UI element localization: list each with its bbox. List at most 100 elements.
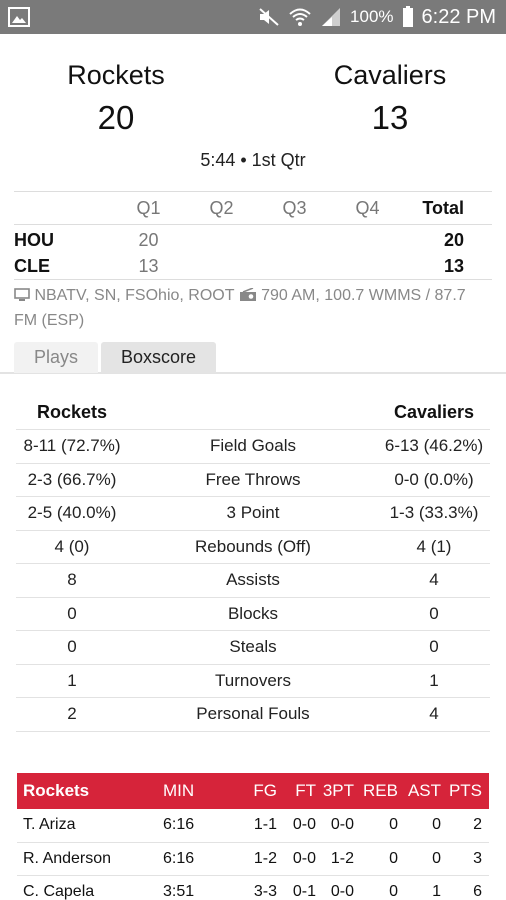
team-stats-left-team: Rockets <box>36 402 108 422</box>
linescore-col-q3: Q3 <box>282 197 307 218</box>
col-ast: AST <box>407 781 441 800</box>
wifi-icon <box>288 7 312 27</box>
player-min: 6:16 <box>163 849 195 867</box>
team-stats-right-team: Cavaliers <box>393 402 475 422</box>
radio-icon <box>239 286 257 309</box>
tv-networks: NBATV, SN, FSOhio, ROOT <box>34 287 235 304</box>
tab-plays[interactable]: Plays <box>14 342 98 373</box>
away-team-score: 13 <box>371 99 409 136</box>
player-min: 3:51 <box>163 883 195 900</box>
team-stat-left: 8-11 (72.7%) <box>23 436 121 456</box>
team-stat-right: 0 <box>429 603 439 623</box>
game-clock: 5:44 • 1st Qtr <box>200 150 306 170</box>
player-ft: 0-0 <box>292 849 316 867</box>
team-stat-left: 8 <box>67 570 77 590</box>
team-stat-left: 4 (0) <box>54 536 90 556</box>
home-team-score: 20 <box>97 99 135 136</box>
linescore-cell: 20 <box>138 229 159 250</box>
team-stat-left: 2-5 (40.0%) <box>27 503 117 523</box>
status-bar: 100% 6:22 PM <box>0 0 506 34</box>
mute-icon <box>258 7 280 27</box>
team-stats-row: 2-5 (40.0%) 3 Point 1-3 (33.3%) <box>16 497 490 531</box>
player-boxscore-table: Rockets MIN FG FT 3PT REB AST PTS T. Ari… <box>17 773 489 900</box>
player-pts: 3 <box>473 849 482 867</box>
team-stat-label: 3 Point <box>226 503 280 523</box>
team-stat-left: 2 <box>67 704 77 724</box>
team-stats-row: 2-3 (66.7%) Free Throws 0-0 (0.0%) <box>16 464 490 497</box>
player-name: R. Anderson <box>23 849 112 867</box>
team-stat-right: 4 <box>429 704 439 724</box>
team-stats-table: Rockets Cavaliers 8-11 (72.7%) Field Goa… <box>16 396 490 732</box>
player-reb: 0 <box>389 816 398 834</box>
linescore-col-total: Total <box>422 197 464 218</box>
team-stat-right: 6-13 (46.2%) <box>384 436 484 456</box>
team-stat-right: 1-3 (33.3%) <box>389 503 479 523</box>
broadcast-info: NBATV, SN, FSOhio, ROOT 790 AM, 100.7 WM… <box>14 284 492 332</box>
linescore-cell: 13 <box>138 255 159 276</box>
player-reb: 0 <box>389 883 398 900</box>
player-name: C. Capela <box>23 883 95 900</box>
team-stat-label: Turnovers <box>215 670 291 690</box>
linescore-row: HOU 20 20 <box>14 227 492 253</box>
linescore-header: Q1 Q2 Q3 Q4 Total <box>14 192 492 225</box>
linescore-row: CLE 13 13 <box>14 253 492 279</box>
team-stat-left: 2-3 (66.7%) <box>27 469 117 489</box>
team-stat-left: 1 <box>67 670 77 690</box>
player-reb: 0 <box>389 849 398 867</box>
team-stat-left: 0 <box>67 603 77 623</box>
team-stats-row: 4 (0) Rebounds (Off) 4 (1) <box>16 531 490 564</box>
team-stat-right: 1 <box>429 670 439 690</box>
player-ast: 0 <box>432 849 441 867</box>
battery-percent: 100% <box>350 7 394 26</box>
team-stat-label: Assists <box>226 570 280 590</box>
col-ft: FT <box>295 781 316 800</box>
team-stat-label: Blocks <box>227 603 279 623</box>
player-row[interactable]: R. Anderson 6:16 1-2 0-0 1-2 0 0 3 <box>17 843 489 876</box>
linescore-col-q4: Q4 <box>355 197 380 218</box>
player-ft: 0-1 <box>292 883 316 900</box>
player-ast: 1 <box>432 883 441 900</box>
linescore-team: HOU <box>14 229 54 250</box>
tv-icon <box>14 286 30 309</box>
gallery-icon <box>8 6 30 28</box>
clock-time: 6:22 PM <box>421 5 496 28</box>
team-stat-right: 0 <box>429 637 439 657</box>
linescore-col-q1: Q1 <box>136 197 161 218</box>
player-name: T. Ariza <box>23 816 76 834</box>
player-3pt: 1-2 <box>330 849 354 867</box>
team-stat-label: Personal Fouls <box>196 704 310 724</box>
linescore-col-q2: Q2 <box>209 197 234 218</box>
tab-boxscore[interactable]: Boxscore <box>101 342 216 373</box>
team-stat-right: 0-0 (0.0%) <box>394 469 474 489</box>
team-stat-right: 4 <box>429 570 439 590</box>
player-3pt: 0-0 <box>330 816 354 834</box>
player-fg: 1-2 <box>253 849 277 867</box>
player-ast: 0 <box>432 816 441 834</box>
team-stat-label: Free Throws <box>205 469 301 489</box>
away-team-name: Cavaliers <box>333 60 447 90</box>
player-fg: 1-1 <box>253 816 277 834</box>
player-ft: 0-0 <box>292 816 316 834</box>
player-box-team: Rockets <box>23 781 90 800</box>
linescore-total: 20 <box>443 229 464 250</box>
team-stat-label: Steals <box>229 637 277 657</box>
player-fg: 3-3 <box>253 883 277 900</box>
player-row[interactable]: C. Capela 3:51 3-3 0-1 0-0 0 1 6 <box>17 876 489 900</box>
tab-bar: Plays Boxscore <box>0 342 506 374</box>
linescore-total: 13 <box>443 255 464 276</box>
team-stat-left: 0 <box>67 637 77 657</box>
team-stats-row: 1 Turnovers 1 <box>16 665 490 698</box>
player-pts: 2 <box>473 816 482 834</box>
player-boxscore-header: Rockets MIN FG FT 3PT REB AST PTS <box>17 773 489 809</box>
team-stats-header: Rockets Cavaliers <box>16 396 490 430</box>
col-reb: REB <box>363 781 398 800</box>
col-fg: FG <box>253 781 277 800</box>
team-stats-row: 8-11 (72.7%) Field Goals 6-13 (46.2%) <box>16 430 490 464</box>
player-row[interactable]: T. Ariza 6:16 1-1 0-0 0-0 0 0 2 <box>17 809 489 843</box>
col-min: MIN <box>163 781 195 800</box>
team-stats-row: 8 Assists 4 <box>16 564 490 598</box>
battery-icon <box>402 6 414 28</box>
player-pts: 6 <box>473 883 482 900</box>
col-pts: PTS <box>448 781 482 800</box>
linescore-team: CLE <box>14 255 50 276</box>
